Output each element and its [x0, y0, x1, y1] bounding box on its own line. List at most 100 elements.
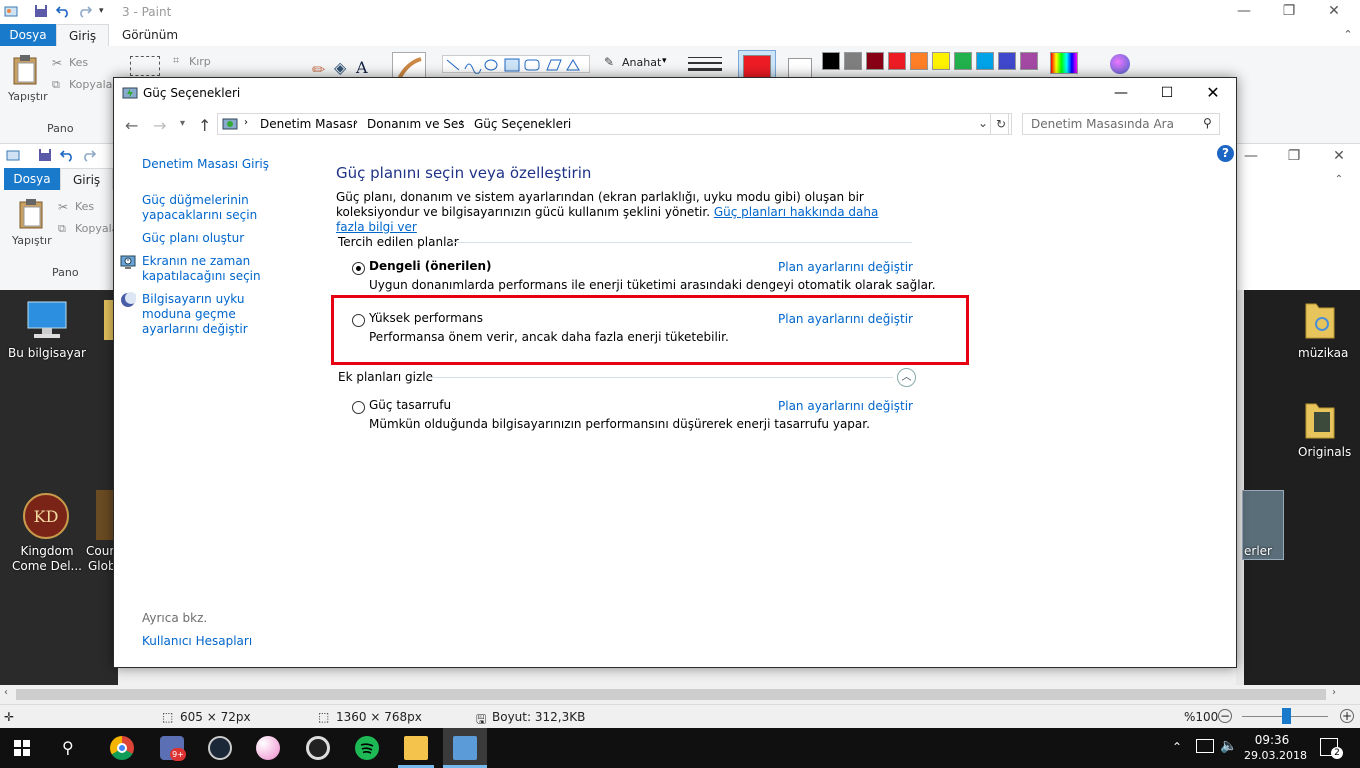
- inner-minimize-icon[interactable]: —: [1243, 148, 1259, 164]
- this-pc-icon[interactable]: [24, 298, 70, 342]
- copy-label[interactable]: Kopyala: [69, 78, 112, 91]
- breadcrumb-chevron-icon[interactable]: ›: [244, 117, 248, 128]
- close-button[interactable]: ✕: [1190, 78, 1236, 108]
- forward-icon[interactable]: →: [153, 116, 166, 135]
- tab-file[interactable]: Dosya: [0, 24, 56, 46]
- inner-undo-icon[interactable]: [59, 148, 74, 162]
- plan-high-performance-radio[interactable]: [352, 314, 365, 327]
- recent-locations-icon[interactable]: ▾: [180, 118, 185, 129]
- collapse-chevron-icon[interactable]: ︿: [897, 368, 916, 387]
- paste-icon[interactable]: [12, 54, 40, 86]
- inner-save-icon[interactable]: [38, 148, 52, 162]
- redo-icon[interactable]: [78, 4, 93, 18]
- inner-ribbon-collapse-icon[interactable]: ⌃: [1331, 172, 1347, 188]
- breadcrumb-chevron-icon[interactable]: ›: [460, 117, 464, 128]
- text-tool-icon[interactable]: A: [356, 58, 368, 77]
- minimize-icon[interactable]: —: [1236, 3, 1252, 19]
- explorer-icon[interactable]: [404, 736, 428, 760]
- scroll-right-icon[interactable]: ›: [1332, 687, 1336, 698]
- palette-swatch[interactable]: [954, 52, 972, 70]
- network-icon[interactable]: [1196, 739, 1214, 753]
- inner-tab-file[interactable]: Dosya: [4, 168, 60, 190]
- tab-view[interactable]: Görünüm: [122, 24, 178, 46]
- action-center-icon[interactable]: 2: [1320, 738, 1343, 759]
- zoom-out-icon[interactable]: −: [1218, 709, 1232, 723]
- plan-power-saver-name[interactable]: Güç tasarrufu: [369, 398, 451, 412]
- up-icon[interactable]: ↑: [198, 116, 211, 135]
- plan-balanced-change-link[interactable]: Plan ayarlarını değiştir: [778, 260, 913, 274]
- plan-high-performance-change-link[interactable]: Plan ayarlarını değiştir: [778, 312, 913, 326]
- breadcrumb-chevron-icon[interactable]: ›: [354, 117, 358, 128]
- sidebar-create-plan-link[interactable]: Güç planı oluştur: [142, 231, 244, 246]
- plan-balanced-name[interactable]: Dengeli (önerilen): [369, 259, 492, 273]
- help-icon[interactable]: ?: [1217, 145, 1234, 162]
- line-size-icon[interactable]: [688, 56, 722, 72]
- palette-swatch[interactable]: [1020, 52, 1038, 70]
- sidebar-sleep-settings-link[interactable]: Bilgisayarın uyku moduna geçme ayarların…: [142, 292, 292, 337]
- volume-icon[interactable]: 🔈: [1220, 738, 1237, 754]
- sidebar-home-link[interactable]: Denetim Masası Giriş: [142, 157, 269, 172]
- back-icon[interactable]: ←: [125, 116, 138, 135]
- inner-redo-icon[interactable]: [82, 148, 97, 162]
- spotify-icon[interactable]: [355, 736, 379, 760]
- scroll-left-icon[interactable]: ‹: [4, 687, 8, 698]
- minimize-button[interactable]: —: [1098, 78, 1144, 108]
- maximize-button[interactable]: ☐: [1144, 78, 1190, 108]
- sidebar-display-off-link[interactable]: Ekranın ne zaman kapatılacağını seçin: [142, 254, 262, 284]
- breadcrumb-control-panel[interactable]: Denetim Masası: [260, 117, 356, 131]
- crop-label[interactable]: Kırp: [189, 55, 211, 68]
- tab-home[interactable]: Giriş: [56, 24, 110, 46]
- kingdom-come-label[interactable]: Kingdom Come Del...: [2, 544, 92, 574]
- palette-swatch[interactable]: [888, 52, 906, 70]
- inner-tab-home[interactable]: Giriş: [60, 168, 114, 190]
- quick-access-dropdown-icon[interactable]: ▾: [99, 6, 104, 16]
- sidebar-power-buttons-link[interactable]: Güç düğmelerinin yapacaklarını seçin: [142, 193, 262, 223]
- address-dropdown-icon[interactable]: ⌄: [978, 116, 988, 130]
- zoom-in-icon[interactable]: +: [1340, 709, 1354, 723]
- ribbon-collapse-icon[interactable]: ⌃: [1340, 27, 1356, 43]
- close-icon[interactable]: ✕: [1326, 3, 1342, 19]
- start-icon[interactable]: [14, 740, 30, 756]
- outline-dropdown[interactable]: Anahat: [622, 56, 661, 69]
- palette-swatch[interactable]: [976, 52, 994, 70]
- plan-power-saver-radio[interactable]: [352, 401, 365, 414]
- fill-icon[interactable]: ◈: [334, 58, 346, 77]
- breadcrumb-power-options[interactable]: Güç Seçenekleri: [474, 117, 571, 131]
- user-accounts-link[interactable]: Kullanıcı Hesapları: [142, 634, 252, 649]
- restore-icon[interactable]: ❐: [1281, 3, 1297, 19]
- kingdom-come-icon[interactable]: KD: [22, 490, 70, 542]
- inner-restore-icon[interactable]: ❐: [1286, 148, 1302, 164]
- scrollbar-thumb[interactable]: [16, 689, 1326, 700]
- settings-icon[interactable]: [306, 736, 330, 760]
- paste-label[interactable]: Yapıştır: [8, 90, 48, 103]
- zoom-slider-thumb[interactable]: [1282, 708, 1291, 724]
- edit-colors-icon[interactable]: [1050, 52, 1078, 74]
- originals-folder-icon[interactable]: [1304, 398, 1336, 442]
- paint3d-icon[interactable]: [1110, 54, 1130, 74]
- chrome-icon[interactable]: [110, 736, 134, 760]
- cut-label[interactable]: Kes: [69, 56, 88, 69]
- inner-copy-label[interactable]: Kopyala: [75, 222, 118, 235]
- inner-paste-label[interactable]: Yapıştır: [12, 234, 52, 247]
- music-folder-label[interactable]: müzikaa: [1298, 346, 1348, 360]
- shapes-gallery[interactable]: [442, 55, 590, 75]
- inner-paste-icon[interactable]: [18, 198, 46, 230]
- address-bar[interactable]: › Denetim Masası › Donanım ve Ses › Güç …: [217, 113, 1009, 135]
- palette-swatch[interactable]: [932, 52, 950, 70]
- hidden-plans-heading[interactable]: Ek planları gizle: [338, 370, 433, 384]
- refresh-icon[interactable]: ↻: [990, 113, 1012, 135]
- inner-close-icon-right[interactable]: ✕: [1331, 148, 1347, 164]
- music-folder-icon[interactable]: [1304, 298, 1336, 342]
- search-box[interactable]: Denetim Masasında Ara ⚲: [1022, 113, 1220, 135]
- clock-date[interactable]: 29.03.2018: [1244, 749, 1307, 762]
- plan-high-performance-name[interactable]: Yüksek performans: [369, 311, 483, 325]
- tray-chevron-icon[interactable]: ⌃: [1172, 740, 1182, 754]
- originals-folder-label[interactable]: Originals: [1298, 445, 1351, 459]
- palette-swatch[interactable]: [844, 52, 862, 70]
- this-pc-label[interactable]: Bu bilgisayar: [4, 346, 90, 360]
- steam-icon[interactable]: [208, 736, 232, 760]
- inner-cut-label[interactable]: Kes: [75, 200, 94, 213]
- undo-icon[interactable]: [55, 4, 70, 18]
- color2-swatch[interactable]: [788, 58, 812, 78]
- palette-swatch[interactable]: [910, 52, 928, 70]
